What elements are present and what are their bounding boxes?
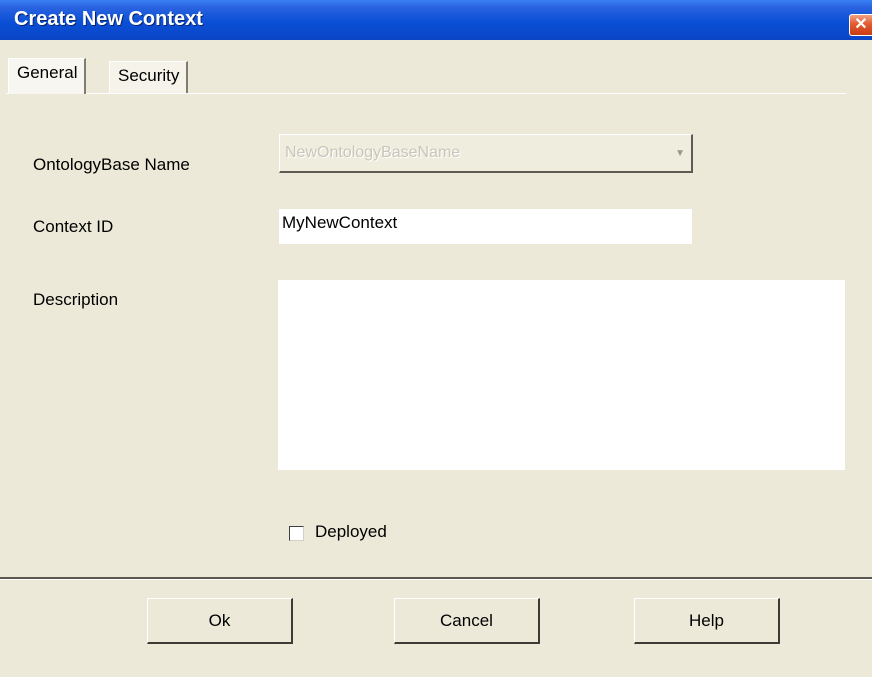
chevron-down-icon[interactable]: ▼ [675,148,685,159]
help-button[interactable]: Help [634,598,780,644]
context-id-input[interactable]: MyNewContext [279,209,692,244]
dialog-body: General Security OntologyBase Name NewOn… [0,40,872,677]
deployed-checkbox[interactable] [289,526,304,541]
deployed-label[interactable]: Deployed [315,522,387,542]
ok-button[interactable]: Ok [147,598,293,644]
close-icon[interactable]: ✕ [849,14,872,36]
title-bar[interactable]: Create New Context ✕ [0,0,872,40]
footer-separator-highlight [0,579,872,580]
context-id-label: Context ID [33,217,114,236]
tab-general[interactable]: General [8,58,87,94]
ontology-base-name-dropdown[interactable]: NewOntologyBaseName ▼ [279,134,693,173]
tab-divider [6,93,846,94]
ontology-base-name-value: NewOntologyBaseName [285,144,461,161]
description-textarea[interactable] [278,280,845,470]
description-label: Description [33,290,119,309]
cancel-button[interactable]: Cancel [394,598,540,644]
tab-security[interactable]: Security [109,61,189,93]
window-title: Create New Context [14,8,203,30]
ontology-base-name-label: OntologyBase Name [33,155,190,174]
